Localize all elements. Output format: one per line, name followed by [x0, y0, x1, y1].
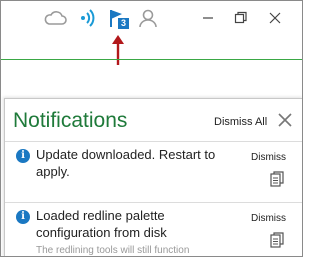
notifications-panel: Notifications Dismiss All i Update downl… — [4, 98, 302, 256]
dismiss-all-button[interactable]: Dismiss All — [214, 116, 267, 128]
minimize-icon[interactable] — [196, 7, 220, 29]
info-icon: i — [16, 210, 30, 224]
app-window: 3 Notifications Dismiss All i Update dow… — [0, 0, 303, 257]
notification-message: Update downloaded. Restart to apply. — [36, 147, 216, 179]
copy-icon[interactable] — [270, 232, 284, 248]
info-icon: i — [16, 149, 30, 163]
copy-icon[interactable] — [270, 171, 284, 187]
cloud-icon[interactable] — [43, 7, 67, 29]
notification-item: i Loaded redline palette configuration f… — [5, 202, 302, 256]
panel-title: Notifications — [13, 109, 128, 132]
callout-arrow-icon — [112, 35, 124, 65]
notification-subtext: The redlining tools will still function — [36, 245, 190, 256]
dismiss-button[interactable]: Dismiss — [251, 213, 286, 224]
notification-count-badge: 3 — [118, 18, 129, 29]
notification-message: Loaded redline palette configuration fro… — [36, 208, 167, 240]
restore-icon[interactable] — [229, 7, 253, 29]
close-window-icon[interactable] — [263, 7, 287, 29]
user-icon[interactable] — [136, 7, 160, 29]
notifications-flag-icon[interactable]: 3 — [106, 7, 130, 29]
notification-item: i Update downloaded. Restart to apply. D… — [5, 141, 302, 196]
divider — [1, 59, 302, 60]
signal-icon[interactable] — [76, 7, 100, 29]
dismiss-button[interactable]: Dismiss — [251, 152, 286, 163]
close-panel-icon[interactable] — [277, 112, 293, 128]
panel-header: Notifications Dismiss All — [5, 99, 302, 141]
title-bar: 3 — [1, 1, 302, 37]
